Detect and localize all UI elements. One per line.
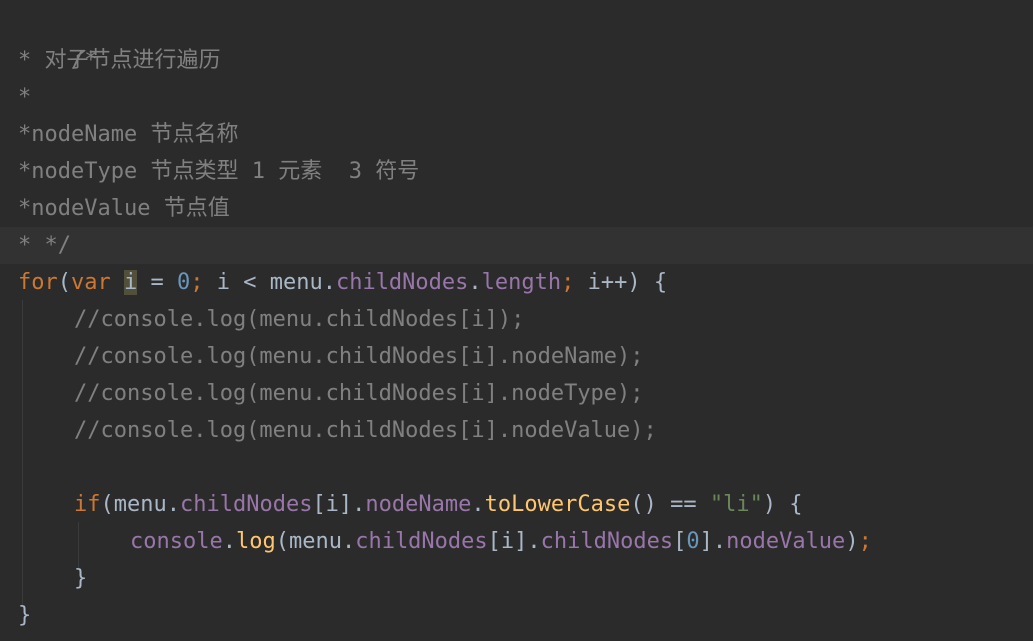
code-line: *nodeType 节点类型 1 元素 3 符号 <box>0 153 1033 190</box>
property-length: length <box>481 270 562 295</box>
punctuation: ) <box>845 529 859 554</box>
property-childNodes: childNodes <box>335 270 469 295</box>
comment-text: * <box>18 85 32 110</box>
code-line: //console.log(menu.childNodes[i]); <box>0 301 1033 338</box>
operator: = <box>137 270 177 295</box>
comment-text: 1 <box>238 159 279 184</box>
closing-brace: } <box>18 603 32 628</box>
index-access: [i]. <box>487 529 541 554</box>
closing-brace: } <box>74 566 88 591</box>
property-childNodes: childNodes <box>540 529 674 554</box>
number-literal: 0 <box>686 529 700 554</box>
variable-i-highlighted[interactable]: i <box>124 270 138 295</box>
method-log: log <box>235 529 276 554</box>
property-nodeName: nodeName <box>365 492 472 517</box>
code-line: } <box>0 560 1033 597</box>
code-line: if(menu.childNodes[i].nodeName.toLowerCa… <box>0 486 1033 523</box>
string-literal: "li" <box>709 492 763 517</box>
semicolon: ; <box>561 270 575 295</box>
property-childNodes: childNodes <box>179 492 313 517</box>
number-literal: 0 <box>177 270 191 295</box>
comment-text: 符号 <box>375 159 420 184</box>
code-line: * <box>0 79 1033 116</box>
code-line: /* <box>0 5 1033 73</box>
punctuation: . <box>468 270 482 295</box>
identifier-console: console <box>130 529 223 554</box>
keyword-var: var <box>71 270 111 295</box>
punctuation: [ <box>673 529 687 554</box>
code-line: *nodeName 节点名称 <box>0 116 1033 153</box>
code-line: //console.log(menu.childNodes[i].nodeTyp… <box>0 375 1033 412</box>
semicolon: ; <box>858 529 872 554</box>
loop-condition: i < menu. <box>203 270 336 295</box>
loop-increment: i++) { <box>574 270 668 295</box>
line-comment: //console.log(menu.childNodes[i].nodeVal… <box>74 418 657 443</box>
line-comment: //console.log(menu.childNodes[i]); <box>74 307 525 332</box>
comment-text: 节点值 <box>163 196 230 221</box>
punctuation: (menu. <box>275 529 356 554</box>
code-editor[interactable]: /* * 对子节点进行遍历 * *nodeName 节点名称 *nodeType… <box>0 0 1033 641</box>
line-comment: //console.log(menu.childNodes[i].nodeTyp… <box>74 381 644 406</box>
property-childNodes: childNodes <box>355 529 488 554</box>
comment-text: 元素 <box>278 159 323 184</box>
code-line: *nodeValue 节点值 <box>0 190 1033 227</box>
comment-text: *nodeName <box>18 122 151 147</box>
punctuation: . <box>222 529 236 554</box>
punctuation: ]. <box>699 529 727 554</box>
punctuation: ) { <box>762 492 803 517</box>
comment-text: * <box>18 48 45 73</box>
comment-text: * */ <box>18 233 71 258</box>
method-toLowerCase: toLowerCase <box>484 492 631 517</box>
punctuation: . <box>471 492 485 517</box>
comparison: () == <box>630 492 710 517</box>
code-line-current: * */ <box>0 227 1033 264</box>
line-comment: //console.log(menu.childNodes[i].nodeNam… <box>74 344 644 369</box>
property-nodeValue: nodeValue <box>726 529 846 554</box>
code-line: * 对子节点进行遍历 <box>0 42 1033 79</box>
keyword-for: for <box>18 270 58 295</box>
code-line: for(var i = 0; i < menu.childNodes.lengt… <box>0 264 1033 301</box>
index-access: [i]. <box>312 492 366 517</box>
comment-text: *nodeValue <box>18 196 164 221</box>
code-line: //console.log(menu.childNodes[i].nodeVal… <box>0 412 1033 449</box>
code-line: console.log(menu.childNodes[i].childNode… <box>0 523 1033 560</box>
comment-text: 3 <box>322 159 376 184</box>
comment-text: 节点名称 <box>150 122 239 147</box>
punctuation: (menu. <box>100 492 180 517</box>
punctuation: ( <box>57 270 71 295</box>
code-line: } <box>0 597 1033 634</box>
comment-text: 节点类型 <box>150 159 239 184</box>
code-line: //console.log(menu.childNodes[i].nodeNam… <box>0 338 1033 375</box>
comment-text: 对子节点进行遍历 <box>44 48 221 73</box>
semicolon: ; <box>190 270 204 295</box>
comment-text: *nodeType <box>18 159 151 184</box>
keyword-if: if <box>74 492 101 517</box>
